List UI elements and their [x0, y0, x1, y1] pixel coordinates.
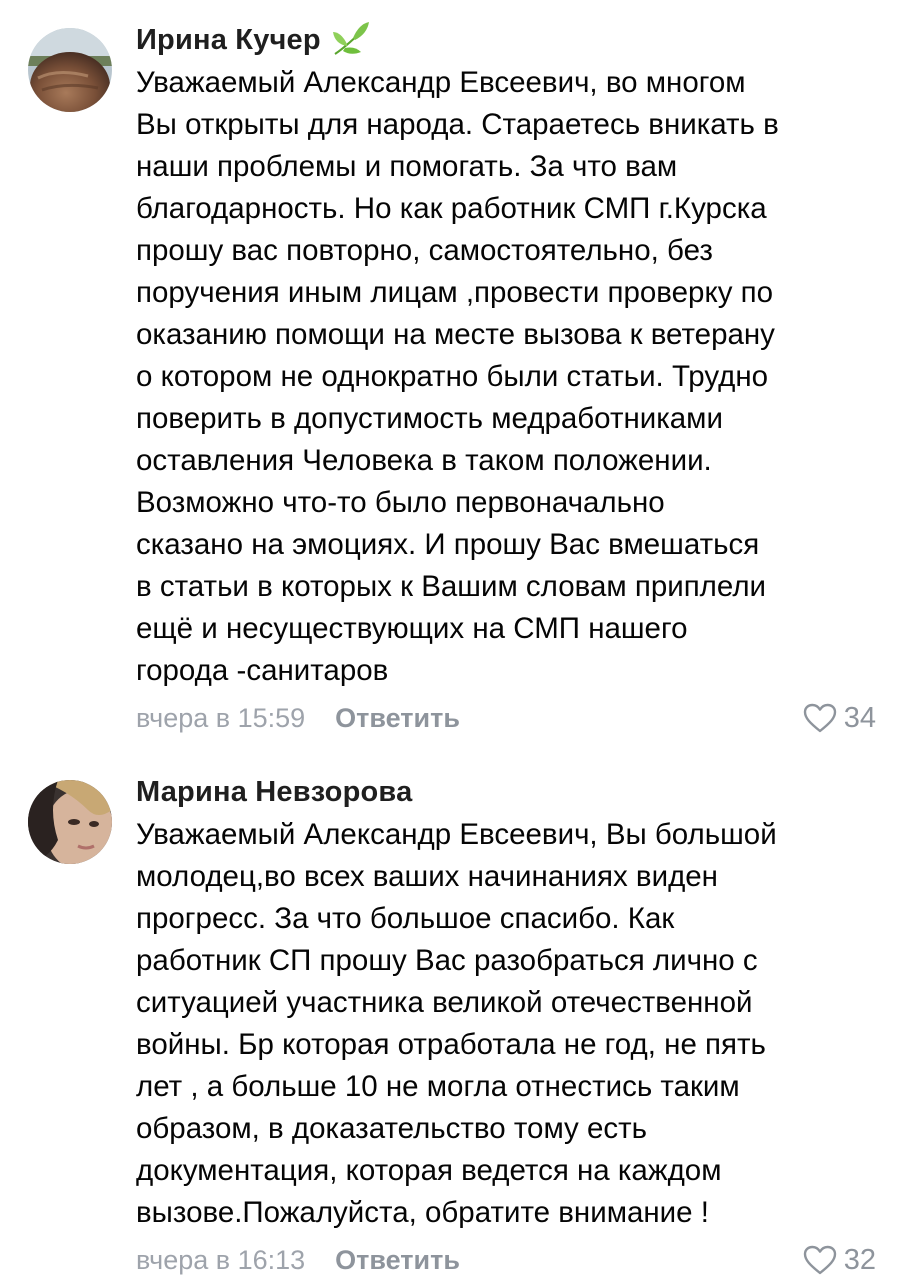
avatar[interactable]: [28, 780, 112, 864]
heart-icon: [803, 703, 836, 733]
like-count: 32: [843, 1243, 876, 1276]
avatar[interactable]: [28, 28, 112, 112]
avatar-photo: [28, 28, 112, 112]
comment-meta: вчера в 15:59 Ответить 34: [136, 696, 886, 740]
author-row: Марина Невзорова: [136, 770, 886, 814]
leaf-badge-icon: [329, 20, 373, 60]
like-count: 34: [843, 701, 876, 734]
reply-button[interactable]: Ответить: [335, 1245, 460, 1276]
author-name[interactable]: Марина Невзорова: [136, 776, 412, 809]
like-button[interactable]: 32: [802, 1238, 876, 1282]
author-row: Ирина Кучер: [136, 18, 886, 62]
comment-body: Марина Невзорова Уважаемый Александр Евс…: [136, 770, 886, 1282]
reply-button[interactable]: Ответить: [335, 703, 460, 734]
comment-meta: вчера в 16:13 Ответить 32: [136, 1238, 886, 1282]
heart-icon: [803, 1245, 836, 1275]
comment-time: вчера в 15:59: [136, 702, 306, 733]
author-name[interactable]: Ирина Кучер: [136, 24, 321, 57]
like-button[interactable]: 34: [802, 696, 876, 740]
comment-text: Уважаемый Александр Евсеевич, Вы большой…: [136, 818, 777, 1229]
avatar-photo: [28, 780, 112, 864]
comment-time: вчера в 16:13: [136, 1244, 306, 1275]
comment-body: Ирина Кучер Уважаемый Александр Евсеевич…: [136, 18, 886, 740]
comment-text: Уважаемый Александр Евсеевич, во многом …: [136, 66, 779, 687]
